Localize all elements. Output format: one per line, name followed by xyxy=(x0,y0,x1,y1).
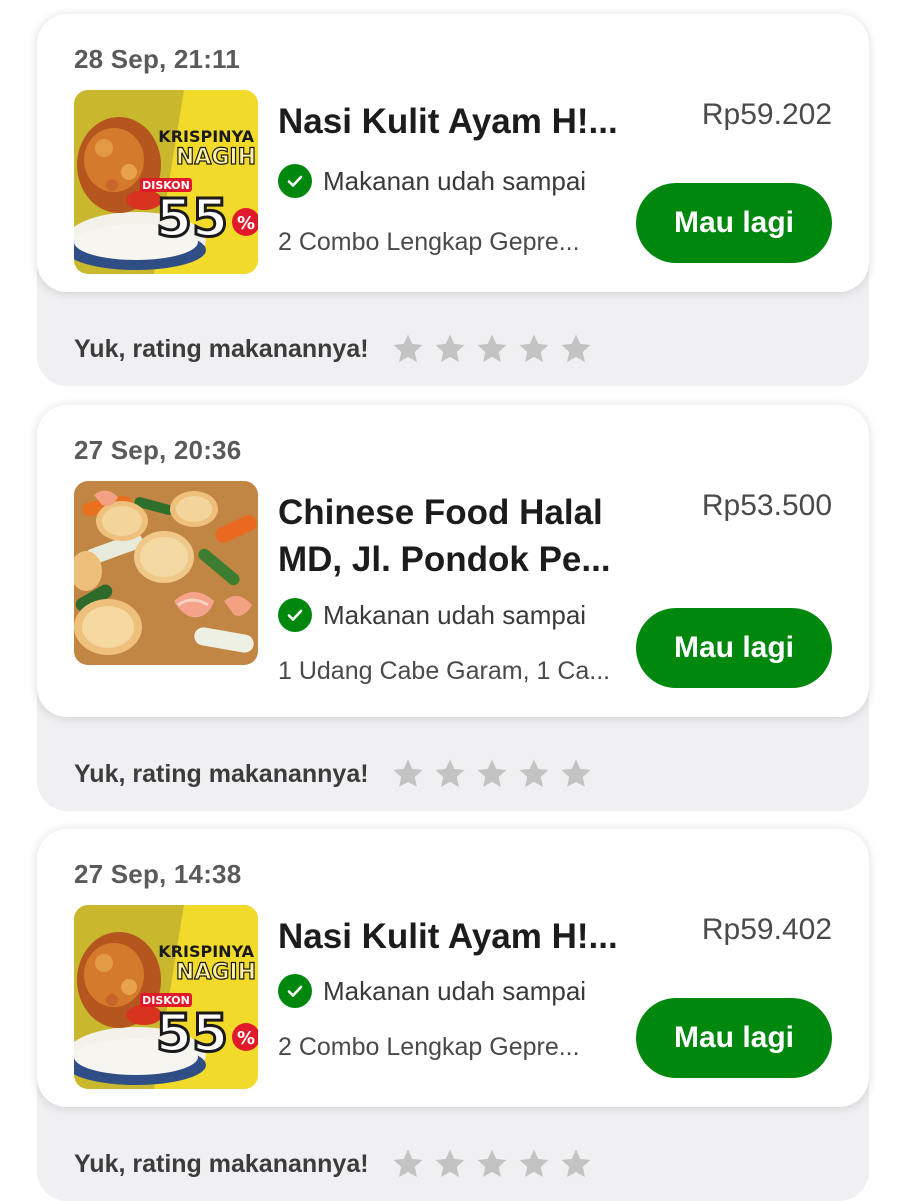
order-price: Rp59.202 xyxy=(701,98,832,131)
rating-prompt: Yuk, rating makanannya! xyxy=(74,334,369,363)
check-circle-icon xyxy=(278,164,312,198)
star-icon[interactable] xyxy=(517,1147,551,1181)
order-items: 2 Combo Lengkap Gepre... xyxy=(278,228,580,256)
status-text: Makanan udah sampai xyxy=(323,975,587,1006)
reorder-button[interactable]: Mau lagi xyxy=(636,998,832,1078)
rating-prompt: Yuk, rating makanannya! xyxy=(74,1149,369,1178)
discount-value: 55 xyxy=(156,189,228,249)
order-summary[interactable]: 28 Sep, 21:11 KRISPINYA NAGIH DISKON 55 xyxy=(37,14,869,292)
order-date: 28 Sep, 21:11 xyxy=(74,44,240,74)
promo-banner-line2: NAGIH xyxy=(176,145,256,170)
restaurant-name: Chinese Food Halal MD, Jl. Pondok Pe... xyxy=(278,493,611,579)
star-icon[interactable] xyxy=(391,332,425,366)
star-icon[interactable] xyxy=(559,1147,593,1181)
fried-chicken-promo-image: KRISPINYA NAGIH DISKON 55 % xyxy=(74,905,258,1089)
star-icon[interactable] xyxy=(433,332,467,366)
order-summary[interactable]: 27 Sep, 20:36 Chinese Food Halal MD, Jl.… xyxy=(37,405,869,717)
star-icon[interactable] xyxy=(433,757,467,791)
percent-sign: % xyxy=(237,213,255,234)
star-rating xyxy=(391,757,601,791)
promo-banner-line1: KRISPINYA xyxy=(158,942,254,961)
star-icon[interactable] xyxy=(391,757,425,791)
order-items: 1 Udang Cabe Garam, 1 Ca... xyxy=(278,657,611,685)
rating-row: Yuk, rating makanannya! xyxy=(74,1147,601,1181)
reorder-button[interactable]: Mau lagi xyxy=(636,608,832,688)
percent-sign: % xyxy=(237,1028,255,1049)
rating-row: Yuk, rating makanannya! xyxy=(74,757,601,791)
star-icon[interactable] xyxy=(475,332,509,366)
star-icon[interactable] xyxy=(475,757,509,791)
star-icon[interactable] xyxy=(391,1147,425,1181)
check-circle-icon xyxy=(278,974,312,1008)
rating-row: Yuk, rating makanannya! xyxy=(74,332,601,366)
status-text: Makanan udah sampai xyxy=(323,599,587,630)
shrimp-tofu-dish-image xyxy=(74,481,258,665)
delivery-status: Makanan udah sampai xyxy=(278,164,586,198)
promo-banner-line2: NAGIH xyxy=(176,960,256,985)
star-icon[interactable] xyxy=(559,332,593,366)
delivery-status: Makanan udah sampai xyxy=(278,598,586,632)
restaurant-name: Nasi Kulit Ayam H!... xyxy=(278,917,618,956)
order-price: Rp59.402 xyxy=(701,913,832,946)
order-price: Rp53.500 xyxy=(701,489,832,522)
order-summary[interactable]: 27 Sep, 14:38 KRISPINYA NAGIH DISKON 55 xyxy=(37,829,869,1107)
star-rating xyxy=(391,332,601,366)
status-text: Makanan udah sampai xyxy=(323,165,587,196)
star-icon[interactable] xyxy=(559,757,593,791)
fried-chicken-promo-image: KRISPINYA NAGIH DISKON 55 % xyxy=(74,90,258,274)
star-icon[interactable] xyxy=(433,1147,467,1181)
star-rating xyxy=(391,1147,601,1181)
star-icon[interactable] xyxy=(517,332,551,366)
check-circle-icon xyxy=(278,598,312,632)
reorder-button[interactable]: Mau lagi xyxy=(636,183,832,263)
order-items: 2 Combo Lengkap Gepre... xyxy=(278,1033,580,1061)
discount-value: 55 xyxy=(156,1004,228,1064)
promo-banner-line1: KRISPINYA xyxy=(158,127,254,146)
restaurant-name: Nasi Kulit Ayam H!... xyxy=(278,102,618,141)
order-date: 27 Sep, 14:38 xyxy=(74,859,242,889)
rating-prompt: Yuk, rating makanannya! xyxy=(74,759,369,788)
order-date: 27 Sep, 20:36 xyxy=(74,435,242,465)
star-icon[interactable] xyxy=(475,1147,509,1181)
star-icon[interactable] xyxy=(517,757,551,791)
delivery-status: Makanan udah sampai xyxy=(278,974,586,1008)
